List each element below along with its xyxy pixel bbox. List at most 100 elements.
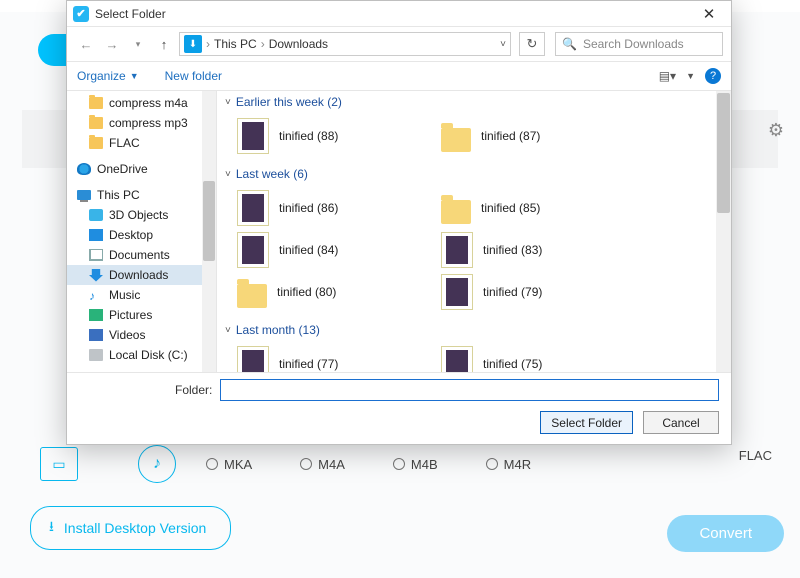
music-icon: ♪ (89, 289, 103, 301)
audio-format-icon[interactable]: ♪ (138, 445, 176, 483)
chevron-down-icon[interactable]: ▼ (686, 71, 695, 81)
desk-icon (89, 229, 103, 241)
dialog-title: Select Folder (95, 7, 166, 21)
search-box[interactable]: 🔍 Search Downloads (555, 32, 723, 56)
folder-item[interactable]: tinified (88) (237, 115, 441, 157)
chevron-right-icon: › (206, 37, 210, 51)
folder-thumbnail (237, 232, 269, 268)
folder-thumbnail (441, 346, 473, 372)
folder-thumbnail (441, 274, 473, 310)
pic-icon (89, 309, 103, 321)
folder-item[interactable]: tinified (80) (237, 271, 441, 313)
tree-item-network[interactable]: Network (67, 371, 216, 372)
organize-menu[interactable]: Organize ▼ (77, 69, 139, 83)
nav-recent-dropdown[interactable]: ▾ (127, 33, 149, 55)
chevron-down-icon: ˅ (225, 325, 231, 336)
folder-item[interactable]: tinified (77) (237, 343, 441, 372)
install-label: Install Desktop Version (64, 520, 206, 536)
tree-item-local-disk-c-[interactable]: Local Disk (C:) (67, 345, 216, 365)
tree-item-desktop[interactable]: Desktop (67, 225, 216, 245)
breadcrumb-root[interactable]: This PC (214, 37, 257, 51)
format-radio-m4b[interactable]: M4B (393, 457, 438, 472)
folder-item[interactable]: tinified (83) (441, 229, 645, 271)
nav-up-button[interactable]: ↑ (153, 33, 175, 55)
format-radio-mka[interactable]: MKA (206, 457, 252, 472)
folder-item-label: tinified (79) (483, 285, 542, 299)
close-button[interactable]: ✕ (691, 5, 727, 23)
folder-item-label: tinified (88) (279, 129, 338, 143)
content-scrollbar[interactable] (716, 91, 731, 372)
bg-accent-pill (38, 34, 66, 66)
folder-input[interactable] (220, 379, 719, 401)
folder-contents: ˅Earlier this week (2) tinified (88) tinif… (217, 91, 731, 372)
folder-item-label: tinified (86) (279, 201, 338, 215)
folder-thumbnail (237, 118, 269, 154)
chevron-down-icon: ˅ (225, 97, 231, 108)
tree-item-music[interactable]: ♪Music (67, 285, 216, 305)
tree-scrollbar[interactable] (202, 91, 216, 372)
tree-item-pictures[interactable]: Pictures (67, 305, 216, 325)
folder-item-label: tinified (75) (483, 357, 542, 371)
tree-item-folder[interactable]: FLAC (67, 133, 216, 153)
download-icon: ⭳ (49, 516, 54, 540)
refresh-button[interactable]: ↻ (519, 32, 545, 56)
disk-icon (89, 349, 103, 361)
tree-item-downloads[interactable]: Downloads (67, 265, 216, 285)
tree-item-documents[interactable]: Documents (67, 245, 216, 265)
dialog-footer: Folder: Select Folder Cancel (67, 372, 731, 444)
new-folder-button[interactable]: New folder (165, 69, 222, 83)
down-icon (89, 269, 103, 282)
dialog-toolbar: Organize ▼ New folder ▤▾ ▼ ? (67, 61, 731, 91)
tree-item-videos[interactable]: Videos (67, 325, 216, 345)
nav-forward-button[interactable]: → (101, 33, 123, 55)
install-desktop-button[interactable]: ⭳ Install Desktop Version (30, 506, 231, 550)
folder-item[interactable]: tinified (85) (441, 187, 645, 229)
group-header[interactable]: ˅Last month (13) (217, 319, 731, 341)
flac-label: FLAC (739, 448, 772, 463)
convert-button[interactable]: Convert (667, 515, 784, 552)
format-row: ▭ ♪ MKA M4A M4B M4R (40, 444, 780, 484)
tree-item-onedrive[interactable]: OneDrive (67, 159, 216, 179)
select-folder-button[interactable]: Select Folder (540, 411, 633, 434)
settings-gear-icon[interactable]: ⚙ (768, 120, 784, 141)
video-format-icon[interactable]: ▭ (40, 447, 78, 481)
breadcrumb-dropdown-icon[interactable]: ˅ (500, 39, 506, 50)
folder-item-label: tinified (84) (279, 243, 338, 257)
group-header[interactable]: ˅Earlier this week (2) (217, 91, 731, 113)
organize-label: Organize (77, 69, 126, 83)
folder-thumbnail (441, 232, 473, 268)
dialog-nav: ← → ▾ ↑ › This PC › Downloads ˅ ↻ 🔍 Sear… (67, 27, 731, 61)
breadcrumb-leaf[interactable]: Downloads (269, 37, 328, 51)
folder-item[interactable]: tinified (79) (441, 271, 645, 313)
tree-item-folder[interactable]: compress m4a (67, 93, 216, 113)
group-header[interactable]: ˅Last week (6) (217, 163, 731, 185)
tree-item-3d-objects[interactable]: 3D Objects (67, 205, 216, 225)
format-radio-m4a[interactable]: M4A (300, 457, 345, 472)
help-button[interactable]: ? (705, 68, 721, 84)
nav-tree: compress m4acompress mp3FLAC OneDrive This… (67, 91, 217, 372)
tree-item-thispc[interactable]: This PC (67, 185, 216, 205)
folder-item-label: tinified (80) (277, 285, 336, 299)
folder-item-label: tinified (77) (279, 357, 338, 371)
folder-item[interactable]: tinified (87) (441, 115, 645, 157)
dialog-titlebar: ✔ Select Folder ✕ (67, 1, 731, 27)
format-radio-m4r[interactable]: M4R (486, 457, 531, 472)
folder-thumbnail (237, 346, 269, 372)
cancel-button[interactable]: Cancel (643, 411, 719, 434)
view-options-button[interactable]: ▤▾ (659, 69, 676, 83)
folder-item[interactable]: tinified (84) (237, 229, 441, 271)
folder-item[interactable]: tinified (86) (237, 187, 441, 229)
chevron-right-icon: › (261, 37, 265, 51)
folder-item[interactable]: tinified (75) (441, 343, 645, 372)
folder-field-label: Folder: (175, 383, 212, 397)
downloads-location-icon (184, 35, 202, 53)
search-placeholder: Search Downloads (583, 37, 684, 51)
tree-item-folder[interactable]: compress mp3 (67, 113, 216, 133)
vid-icon (89, 329, 103, 341)
folder-icon (237, 284, 267, 308)
nav-back-button[interactable]: ← (75, 33, 97, 55)
breadcrumb[interactable]: › This PC › Downloads ˅ (179, 32, 511, 56)
folder-item-label: tinified (85) (481, 201, 540, 215)
doc-icon (89, 249, 103, 261)
folder-icon (441, 200, 471, 224)
